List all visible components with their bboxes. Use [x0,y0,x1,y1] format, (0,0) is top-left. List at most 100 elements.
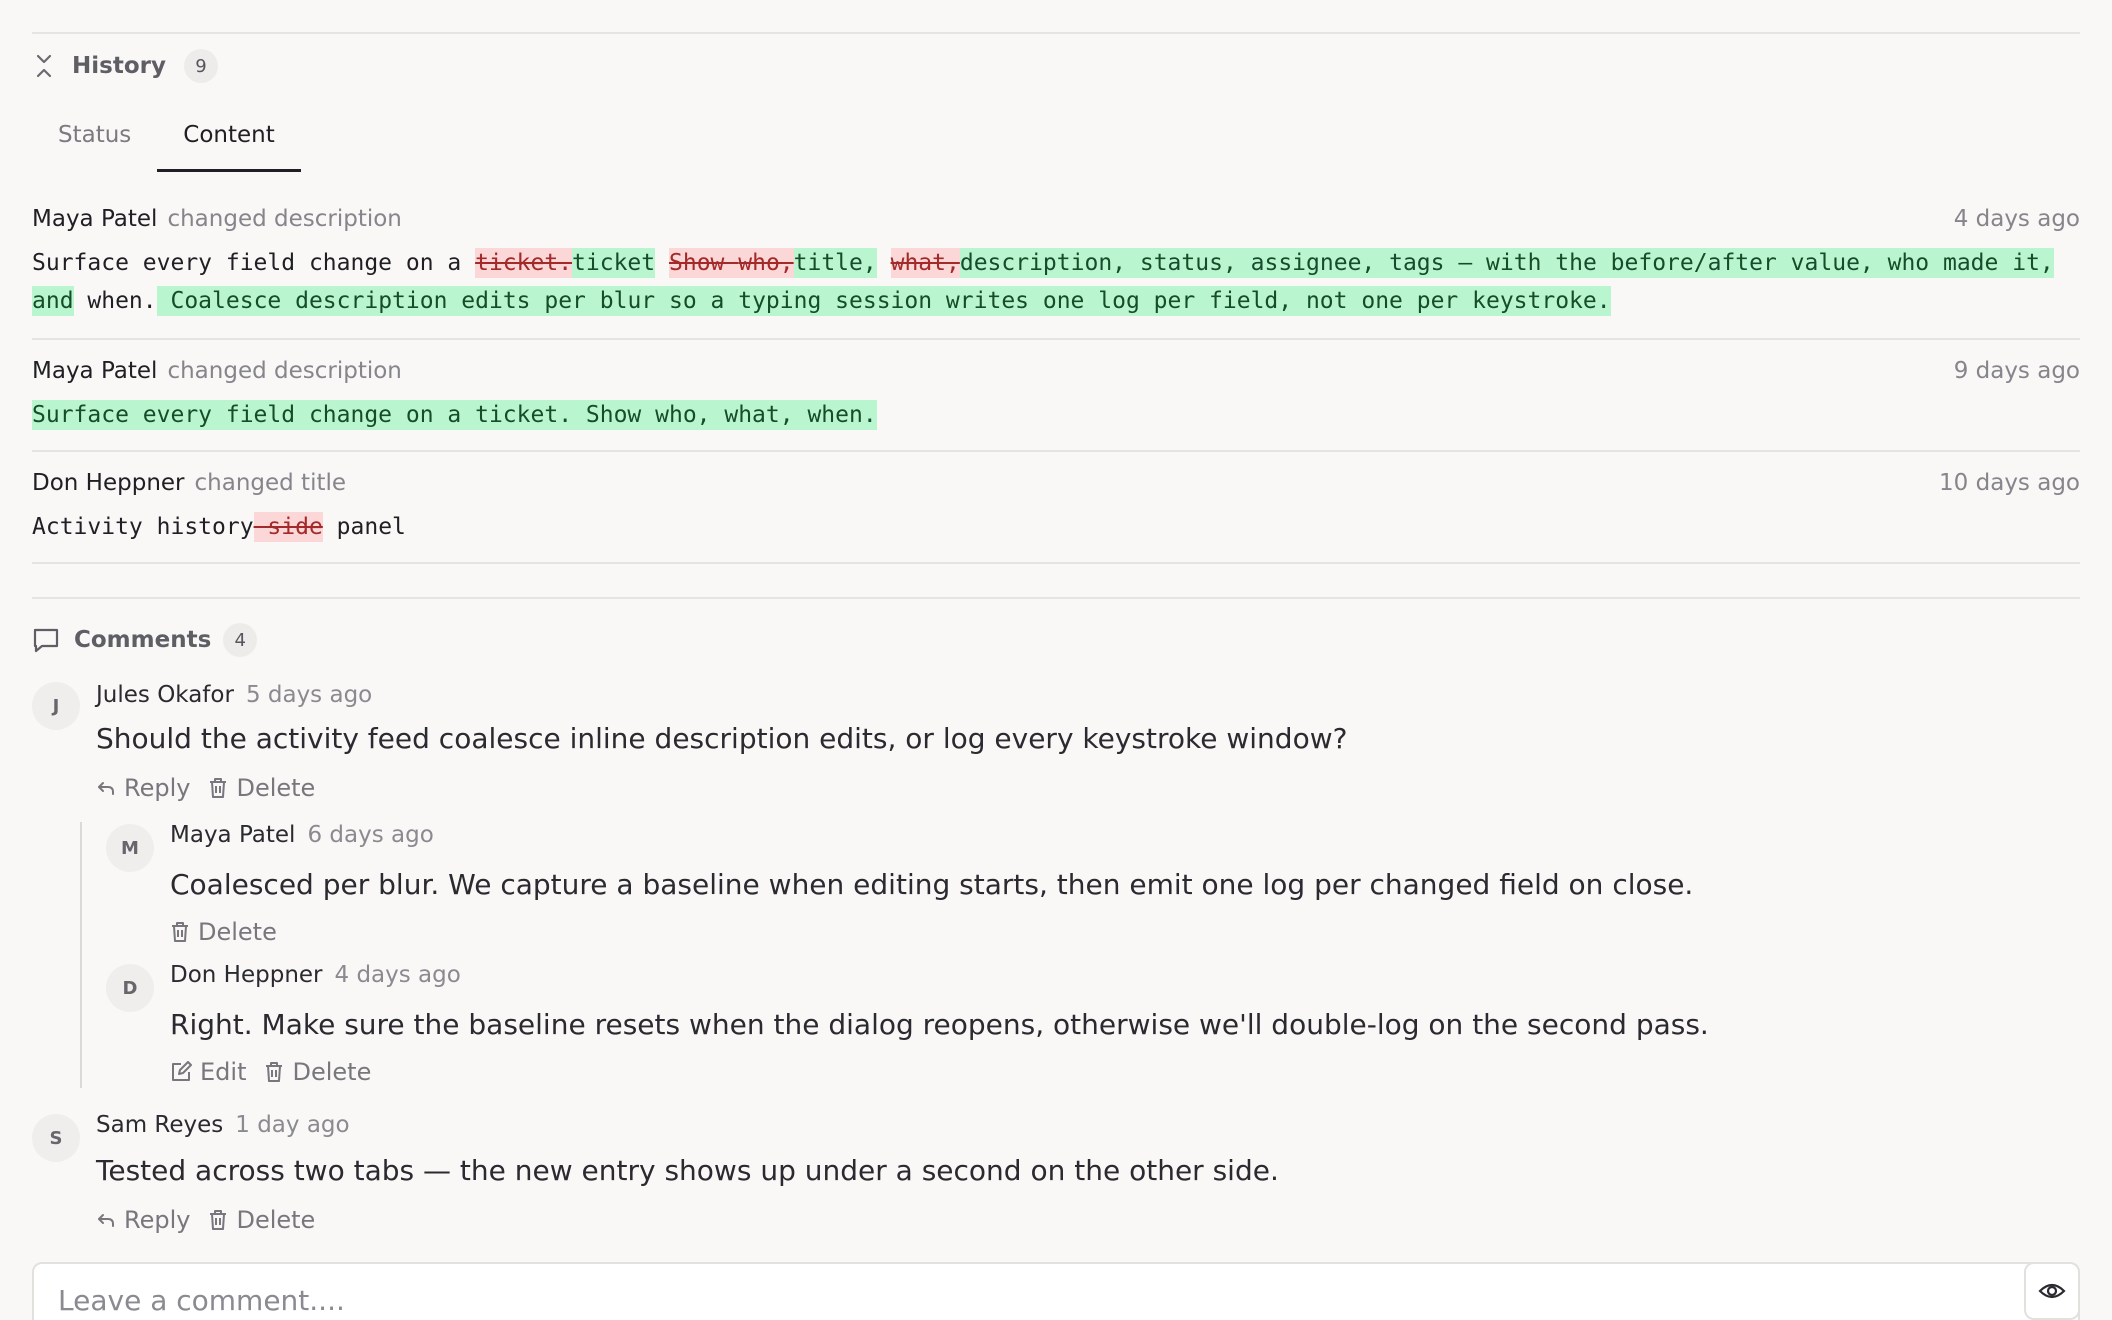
edit-label: Edit [200,1058,247,1086]
comment-author[interactable]: Jules Okafor [96,682,234,708]
reply-label: Reply [124,774,191,802]
delete-label: Delete [292,1058,372,1086]
comment-header: Don Heppner 4 days ago [170,962,461,988]
diff-deletion: side [253,512,323,542]
diff-unchanged: when. [73,288,157,314]
comments-title: Comments [74,627,212,653]
trash-icon [210,778,227,798]
comment-actions: Delete [170,918,295,946]
reply-label: Reply [124,1206,191,1234]
comment-time: 6 days ago [307,822,434,848]
edit-icon [172,1061,192,1081]
diff-unchanged [655,250,669,276]
top-divider [32,32,2080,34]
diff-unchanged: panel [322,514,406,540]
comment-author[interactable]: Maya Patel [170,822,295,848]
comment-composer [32,1262,2080,1320]
diff-text: Surface every field change on a ticket.t… [32,244,2080,320]
history-entry: Don Heppner changed title 10 days ago Act… [32,468,2080,564]
reply-button[interactable]: Reply [96,1206,190,1234]
history-tabs: Status Content [32,112,302,172]
diff-text: Activity history side panel [32,508,2080,546]
history-title: History [72,53,166,79]
collapse-icon[interactable] [32,52,56,80]
preview-toggle-button[interactable] [2024,1262,2080,1320]
comment-body: Right. Make sure the baseline resets whe… [170,1008,1709,1041]
comment: S Sam Reyes 1 day ago Tested across two … [32,1112,2080,1242]
entry-author: Maya Patel [32,358,158,384]
diff-insertion: title, [793,248,877,278]
history-entry: Maya Patel changed description 9 days ago… [32,356,2080,452]
entry-action: changed description [167,206,402,232]
avatar: S [32,1114,80,1162]
edit-button[interactable]: Edit [170,1058,246,1086]
entry-author: Don Heppner [32,470,185,496]
delete-button[interactable]: Delete [264,1058,371,1086]
avatar: J [32,682,80,730]
reply-icon [98,1214,114,1227]
trash-icon [172,922,188,942]
comment-input[interactable] [58,1284,1958,1317]
diff-deletion: Show [669,248,739,278]
activity-panel: History 9 Status Content Maya Patel chang… [0,0,2112,1320]
trash-icon [266,1062,283,1082]
comment: J Jules Okafor 5 days ago Should the act… [32,682,2080,812]
delete-label: Delete [236,1206,316,1234]
entry-action: changed title [194,470,347,496]
comment-header: Jules Okafor 5 days ago [96,682,372,708]
comments-count-badge: 4 [223,623,258,657]
history-header[interactable]: History 9 [32,48,218,84]
comment-actions: Edit Delete [170,1058,389,1086]
delete-label: Delete [236,774,316,802]
comments-header: Comments 4 [32,622,258,658]
reply-icon [98,782,114,795]
comment-body: Tested across two tabs — the new entry s… [96,1154,1279,1187]
entry-author: Maya Patel [32,206,158,232]
avatar: D [106,964,154,1012]
delete-button[interactable]: Delete [170,918,277,946]
diff-deletion: what, [890,248,960,278]
history-entry-header: Maya Patel changed description 9 days ago [32,356,2080,386]
tab-content[interactable]: Content [157,112,302,172]
comment-header: Maya Patel 6 days ago [170,822,434,848]
comment-actions: Reply Delete [96,774,333,802]
reply-comment: D Don Heppner 4 days ago Right. Make sur… [106,962,2076,1092]
diff-unchanged: Activity history [32,514,254,540]
thread-line [80,822,82,1088]
diff-unchanged [877,250,891,276]
section-divider [32,597,2080,599]
diff-insertion: Coalesce description edits per blur so a… [156,286,1611,316]
entry-time: 10 days ago [1939,470,2080,496]
diff-insertion: ticket [572,248,656,278]
comment-bubble-icon [32,626,60,654]
reply-button[interactable]: Reply [96,774,190,802]
avatar: M [106,824,154,872]
diff-unchanged: Surface every field change on a [32,250,476,276]
diff-insertion: Surface every field change on a ticket. … [32,400,877,430]
entry-time: 9 days ago [1953,358,2080,384]
comment-actions: Reply Delete [96,1206,333,1234]
comment-body: Coalesced per blur. We capture a baselin… [170,868,1694,901]
comment-time: 1 day ago [235,1112,350,1138]
tab-status[interactable]: Status [32,112,157,172]
comment-time: 4 days ago [334,962,461,988]
delete-label: Delete [198,918,277,946]
eye-icon [2038,1283,2066,1299]
history-entry-header: Don Heppner changed title 10 days ago [32,468,2080,498]
comment-body: Should the activity feed coalesce inline… [96,722,1348,755]
history-entry-header: Maya Patel changed description 4 days ago [32,204,2080,234]
history-count-badge: 9 [183,49,218,83]
history-entry: Maya Patel changed description 4 days ago… [32,204,2080,340]
trash-icon [210,1210,227,1230]
delete-button[interactable]: Delete [208,774,315,802]
entry-time: 4 days ago [1953,206,2080,232]
delete-button[interactable]: Delete [208,1206,315,1234]
entry-action: changed description [167,358,402,384]
comment-header: Sam Reyes 1 day ago [96,1112,350,1138]
comment-author[interactable]: Sam Reyes [96,1112,223,1138]
diff-text: Surface every field change on a ticket. … [32,396,2080,434]
comment-time: 5 days ago [245,682,373,708]
reply-comment: M Maya Patel 6 days ago Coalesced per bl… [106,822,2076,952]
comment-author[interactable]: Don Heppner [170,962,323,988]
diff-deletion: who, [738,248,794,278]
